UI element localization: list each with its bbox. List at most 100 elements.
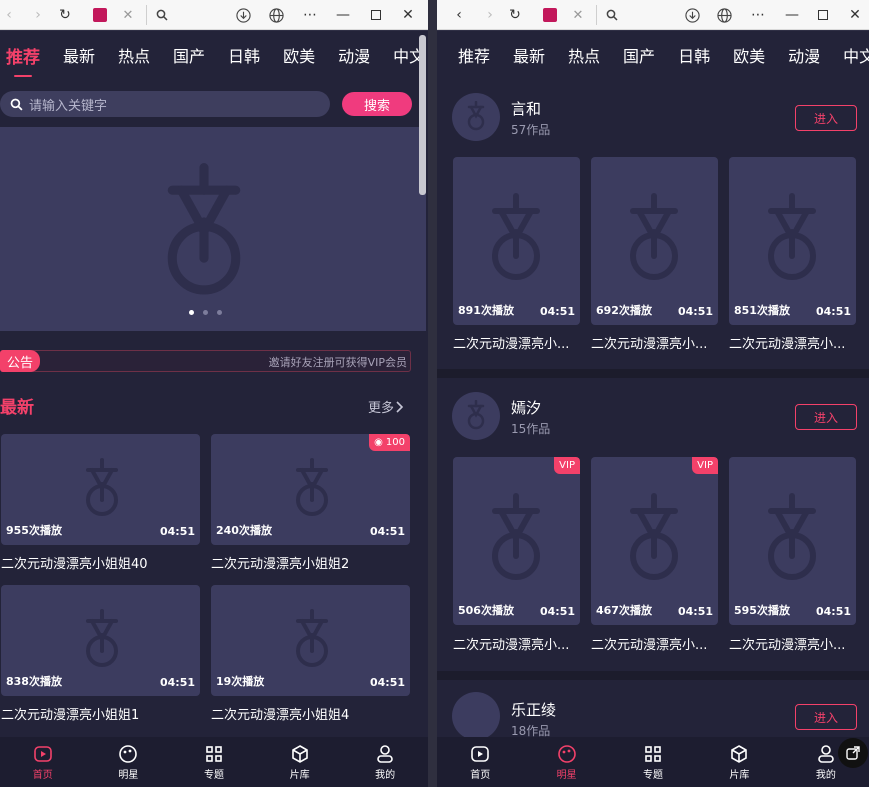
reload-icon[interactable]: ↻ <box>505 0 525 30</box>
tabbar-mine[interactable]: 我的 <box>342 737 428 787</box>
share-fab[interactable] <box>838 738 868 768</box>
maximize-icon[interactable] <box>366 0 386 30</box>
search-icon[interactable] <box>602 0 622 30</box>
close-tab-icon[interactable]: ✕ <box>568 0 588 30</box>
video-card[interactable]: 891次播放 04:51 <box>453 157 580 325</box>
tabbar-stars[interactable]: 明星 <box>523 737 609 787</box>
video-title[interactable]: 二次元动漫漂亮小... <box>729 333 856 352</box>
tabbar-home[interactable]: 首页 <box>437 737 523 787</box>
video-title[interactable]: 二次元动漫漂亮小姐姐2 <box>211 553 349 572</box>
tabbar-stars[interactable]: 明星 <box>86 737 172 787</box>
video-title[interactable]: 二次元动漫漂亮小... <box>453 634 580 653</box>
close-window-icon[interactable]: ✕ <box>398 0 418 30</box>
video-card[interactable]: VIP 506次播放 04:51 <box>453 457 580 625</box>
tab-japan-korea[interactable]: 日韩 <box>678 43 710 67</box>
video-title[interactable]: 二次元动漫漂亮小姐姐40 <box>1 553 148 572</box>
duration: 04:51 <box>159 525 195 538</box>
tabbar-topics[interactable]: 专题 <box>171 737 257 787</box>
tab-japan-korea[interactable]: 日韩 <box>228 43 260 67</box>
tabbar-topics[interactable]: 专题 <box>610 737 696 787</box>
tabbar-library[interactable]: 片库 <box>696 737 782 787</box>
tab-anime[interactable]: 动漫 <box>788 43 820 67</box>
more-options-icon[interactable]: ⋯ <box>748 0 768 30</box>
tabbar-library[interactable]: 片库 <box>257 737 343 787</box>
star-name[interactable]: 乐正绫 <box>511 699 556 720</box>
browser-window-right: ‹ › ↻ ✕ ⋯ — ✕ 推荐 最新 热点 国产 日韩 欧美 动漫 中文 言和… <box>437 0 869 787</box>
video-title[interactable]: 二次元动漫漂亮小... <box>729 634 856 653</box>
reload-icon[interactable]: ↻ <box>55 0 75 30</box>
search-input[interactable]: 请输入关键字 <box>0 91 330 117</box>
video-card[interactable]: 838次播放 04:51 <box>1 585 200 696</box>
banner-carousel[interactable] <box>0 127 426 331</box>
play-count: 506次播放 <box>458 604 514 617</box>
tab-recommend[interactable]: 推荐 <box>6 43 40 77</box>
enter-button[interactable]: 进入 <box>795 404 857 430</box>
globe-icon[interactable] <box>265 0 287 30</box>
video-title[interactable]: 二次元动漫漂亮小姐姐4 <box>211 704 349 723</box>
video-card[interactable]: 692次播放 04:51 <box>591 157 718 325</box>
tabbar-label: 明星 <box>556 769 577 781</box>
back-icon[interactable]: ‹ <box>449 0 469 30</box>
globe-icon[interactable] <box>713 0 735 30</box>
tabbar-home[interactable]: 首页 <box>0 737 86 787</box>
minimize-icon[interactable]: — <box>333 0 353 30</box>
tab-west[interactable]: 欧美 <box>733 43 765 67</box>
announcement-bar[interactable]: 公告 邀请好友注册可获得VIP会员 <box>0 350 411 372</box>
more-options-icon[interactable]: ⋯ <box>300 0 320 30</box>
tab-latest[interactable]: 最新 <box>63 43 95 67</box>
download-icon[interactable] <box>233 0 253 30</box>
video-card[interactable]: 955次播放 04:51 <box>1 434 200 545</box>
download-icon[interactable] <box>682 0 702 30</box>
avatar[interactable] <box>452 93 500 141</box>
avatar[interactable] <box>452 692 500 740</box>
video-title[interactable]: 二次元动漫漂亮小姐姐1 <box>1 704 139 723</box>
close-window-icon[interactable]: ✕ <box>845 0 865 30</box>
star-name[interactable]: 言和 <box>511 98 541 119</box>
video-card[interactable]: 595次播放 04:51 <box>729 457 856 625</box>
search-icon[interactable] <box>152 0 172 30</box>
placeholder-logo-icon <box>768 493 816 580</box>
share-icon <box>846 746 860 760</box>
tab-chinese[interactable]: 中文 <box>843 43 869 67</box>
tabbar-label: 我的 <box>375 769 396 781</box>
duration: 04:51 <box>369 676 405 689</box>
placeholder-logo-icon <box>768 193 816 280</box>
forward-icon[interactable]: › <box>28 0 48 30</box>
tabbar-label: 首页 <box>32 769 53 781</box>
grid-icon <box>645 745 661 762</box>
play-count: 467次播放 <box>596 604 652 617</box>
placeholder-logo-icon <box>630 493 678 580</box>
forward-icon[interactable]: › <box>480 0 500 30</box>
search-button[interactable]: 搜索 <box>342 92 412 116</box>
tab-anime[interactable]: 动漫 <box>338 43 370 67</box>
enter-button[interactable]: 进入 <box>795 704 857 730</box>
tab-domestic[interactable]: 国产 <box>623 43 655 67</box>
video-card[interactable]: VIP 467次播放 04:51 <box>591 457 718 625</box>
video-card[interactable]: 851次播放 04:51 <box>729 157 856 325</box>
maximize-icon[interactable] <box>813 0 833 30</box>
user-icon <box>818 744 834 763</box>
tab-west[interactable]: 欧美 <box>283 43 315 67</box>
tab-hot[interactable]: 热点 <box>568 43 600 67</box>
video-card[interactable]: ◉ 100 240次播放 04:51 <box>211 434 410 545</box>
enter-button[interactable]: 进入 <box>795 105 857 131</box>
view-badge: ◉ 100 <box>369 434 410 451</box>
video-title[interactable]: 二次元动漫漂亮小... <box>591 634 718 653</box>
close-tab-icon[interactable]: ✕ <box>118 0 138 30</box>
avatar[interactable] <box>452 392 500 440</box>
tab-latest[interactable]: 最新 <box>513 43 545 67</box>
video-card[interactable]: 19次播放 04:51 <box>211 585 410 696</box>
scrollbar[interactable] <box>419 35 426 195</box>
vip-badge: VIP <box>692 457 718 474</box>
bottom-tabbar: 首页 明星 专题 片库 我的 <box>0 737 428 787</box>
video-title[interactable]: 二次元动漫漂亮小... <box>453 333 580 352</box>
minimize-icon[interactable]: — <box>782 0 802 30</box>
tab-domestic[interactable]: 国产 <box>173 43 205 67</box>
tab-hot[interactable]: 热点 <box>118 43 150 67</box>
more-link[interactable]: 更多 <box>368 397 404 416</box>
tabbar-label: 我的 <box>815 769 836 781</box>
video-title[interactable]: 二次元动漫漂亮小... <box>591 333 718 352</box>
star-name[interactable]: 嫣汐 <box>511 397 541 418</box>
tab-recommend[interactable]: 推荐 <box>458 43 490 67</box>
back-icon[interactable]: ‹ <box>0 0 18 30</box>
